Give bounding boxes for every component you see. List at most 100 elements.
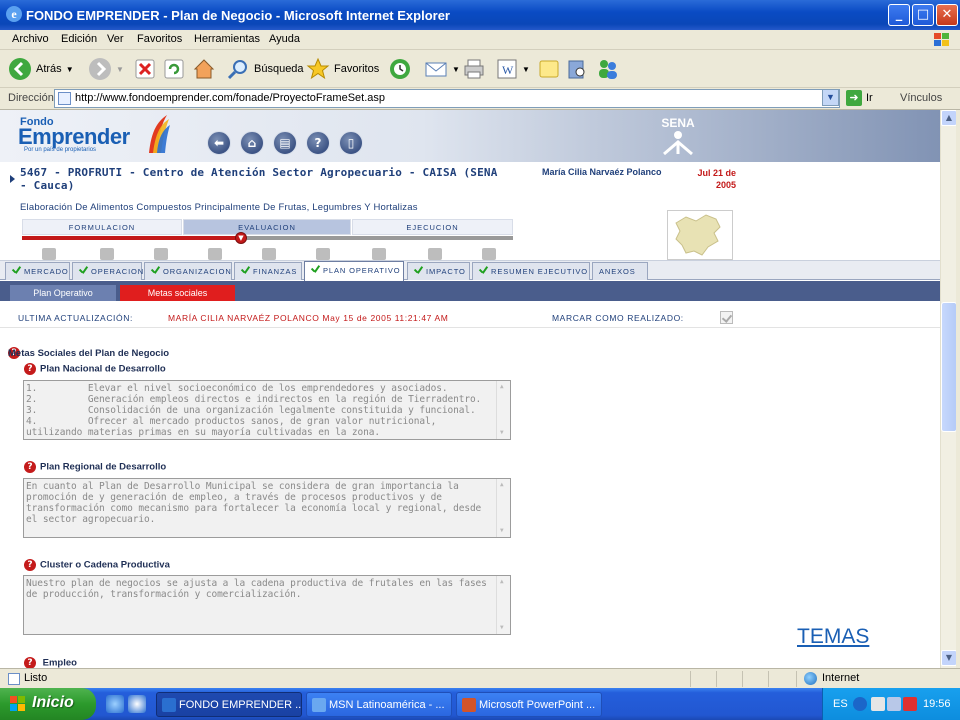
maximize-button[interactable]: □ — [912, 4, 934, 26]
stop-button[interactable] — [134, 56, 156, 82]
status-divider — [716, 671, 717, 687]
back-button[interactable]: Atrás ▼ — [8, 56, 74, 82]
step-icon[interactable] — [428, 248, 442, 260]
cluster-textarea[interactable]: Nuestro plan de negocios se ajusta a la … — [23, 575, 511, 635]
links-button[interactable]: Vínculos — [900, 92, 942, 104]
step-icon[interactable] — [482, 248, 496, 260]
status-divider — [690, 671, 691, 687]
close-button[interactable]: ✕ — [936, 4, 958, 26]
temas-link[interactable]: TEMAS — [797, 625, 869, 649]
textarea-scrollbar[interactable] — [496, 479, 510, 537]
help-circle-icon: ? — [314, 136, 322, 150]
step-icon[interactable] — [42, 248, 56, 260]
forward-button[interactable]: ▼ — [88, 56, 124, 82]
help-icon[interactable]: ? — [24, 363, 36, 375]
tab-finanzas[interactable]: FINANZAS — [234, 262, 302, 280]
step-icon[interactable] — [100, 248, 114, 260]
quicklaunch-outlook-icon[interactable] — [128, 695, 146, 713]
tab-impacto[interactable]: IMPACTO — [407, 262, 470, 280]
go-arrow-icon[interactable]: ➜ — [846, 90, 862, 106]
mark-done-checkbox[interactable] — [720, 311, 733, 324]
help-icon[interactable]: ? — [24, 657, 36, 668]
mail-button[interactable]: ▼ — [424, 56, 460, 82]
tab-operacion[interactable]: OPERACION — [72, 262, 143, 280]
page-scrollbar[interactable]: ▲ ▼ — [940, 110, 957, 668]
tab-organizacion[interactable]: ORGANIZACION — [144, 262, 232, 280]
phase-marker-icon: ▼ — [235, 232, 247, 244]
help-icon[interactable]: ? — [24, 559, 36, 571]
last-update-row: ULTIMA ACTUALIZACIÓN: MARÍA CILIA NARVAÉ… — [0, 308, 940, 328]
tab-mercado[interactable]: MERCADO — [5, 262, 70, 280]
address-label: Dirección — [8, 92, 54, 104]
section-heading-text: Metas Sociales del Plan de Negocio — [8, 348, 170, 359]
address-dropdown-icon[interactable]: ▼ — [822, 89, 839, 106]
scroll-thumb[interactable] — [941, 302, 957, 432]
minimize-button[interactable]: _ — [888, 4, 910, 26]
back-dropdown-icon[interactable]: ▼ — [66, 65, 74, 74]
field-title-text: Plan Regional de Desarrollo — [40, 461, 167, 473]
step-icon[interactable] — [262, 248, 276, 260]
network-icon[interactable] — [871, 697, 885, 711]
quicklaunch-ie-icon[interactable] — [106, 695, 124, 713]
tray-arrow-icon[interactable] — [853, 697, 867, 711]
textarea-scrollbar[interactable] — [496, 576, 510, 634]
menu-archivo[interactable]: Archivo — [12, 33, 49, 45]
nav-help-button[interactable]: ? — [306, 131, 330, 155]
edit-word-button[interactable]: W ▼ — [496, 56, 530, 82]
mail-dropdown-icon[interactable]: ▼ — [452, 65, 460, 74]
address-input[interactable]: http://www.fondoemprender.com/fonade/Pro… — [54, 89, 840, 108]
phase-evaluacion[interactable]: EVALUACION — [183, 219, 351, 235]
window-titlebar[interactable]: e FONDO EMPRENDER - Plan de Negocio - Mi… — [0, 0, 960, 30]
tab-plan-operativo[interactable]: PLAN OPERATIVO — [304, 261, 404, 281]
search-button[interactable]: Búsqueda — [226, 56, 304, 82]
nav-back-button[interactable]: ⬅ — [207, 131, 231, 155]
print-button[interactable] — [462, 56, 486, 82]
scroll-up-icon[interactable]: ▲ — [941, 110, 957, 126]
volume-icon[interactable] — [887, 697, 901, 711]
task-powerpoint[interactable]: Microsoft PowerPoint ... — [456, 692, 602, 717]
subtab-metas-sociales[interactable]: Metas sociales — [120, 285, 235, 301]
discuss-button[interactable] — [538, 56, 560, 82]
step-icon[interactable] — [316, 248, 330, 260]
task-fondo-emprender[interactable]: FONDO EMPRENDER ... — [156, 692, 302, 717]
phase-ejecucion[interactable]: EJECUCION — [352, 219, 513, 235]
language-indicator[interactable]: ES — [833, 698, 848, 710]
scroll-down-icon[interactable]: ▼ — [941, 650, 957, 666]
menu-ayuda[interactable]: Ayuda — [269, 33, 300, 45]
phase-progress-bar — [22, 236, 513, 240]
nav-print-button[interactable]: ▤ — [273, 131, 297, 155]
textarea-scrollbar[interactable] — [496, 381, 510, 439]
favorites-button[interactable]: Favoritos — [306, 56, 379, 82]
research-button[interactable] — [566, 56, 588, 82]
task-msn[interactable]: MSN Latinoamérica - ... — [306, 692, 452, 717]
subtab-plan-operativo[interactable]: Plan Operativo — [10, 285, 116, 301]
tab-label: MERCADO — [24, 267, 69, 276]
tab-anexos[interactable]: ANEXOS — [592, 262, 648, 280]
edit-dropdown-icon[interactable]: ▼ — [522, 65, 530, 74]
step-icon[interactable] — [208, 248, 222, 260]
go-button[interactable]: Ir — [866, 92, 873, 104]
back-label: Atrás — [36, 63, 62, 75]
phase-bar: FORMULACION EVALUACION EJECUCION — [22, 219, 513, 235]
check-icon — [10, 265, 22, 277]
nav-home-button[interactable]: ⌂ — [240, 131, 264, 155]
history-button[interactable] — [388, 56, 412, 82]
tab-resumen-ejecutivo[interactable]: RESUMEN EJECUTIVO — [472, 262, 590, 280]
tab-label: IMPACTO — [426, 267, 466, 276]
help-icon[interactable]: ? — [24, 461, 36, 473]
antivirus-icon[interactable] — [903, 697, 917, 711]
step-icon[interactable] — [154, 248, 168, 260]
plan-nacional-textarea[interactable]: 1. Elevar el nivel socioeconómico de los… — [23, 380, 511, 440]
menu-edicion[interactable]: Edición — [61, 33, 97, 45]
nav-exit-button[interactable]: ▯ — [339, 131, 363, 155]
messenger-button[interactable] — [596, 56, 620, 82]
plan-regional-textarea[interactable]: En cuanto al Plan de Desarrollo Municipa… — [23, 478, 511, 538]
refresh-button[interactable] — [163, 56, 185, 82]
menu-ver[interactable]: Ver — [107, 33, 124, 45]
start-button[interactable]: Inicio — [0, 688, 96, 720]
phase-formulacion[interactable]: FORMULACION — [22, 219, 182, 235]
menu-favoritos[interactable]: Favoritos — [137, 33, 182, 45]
menu-herramientas[interactable]: Herramientas — [194, 33, 260, 45]
home-button[interactable] — [192, 56, 216, 82]
step-icon[interactable] — [372, 248, 386, 260]
